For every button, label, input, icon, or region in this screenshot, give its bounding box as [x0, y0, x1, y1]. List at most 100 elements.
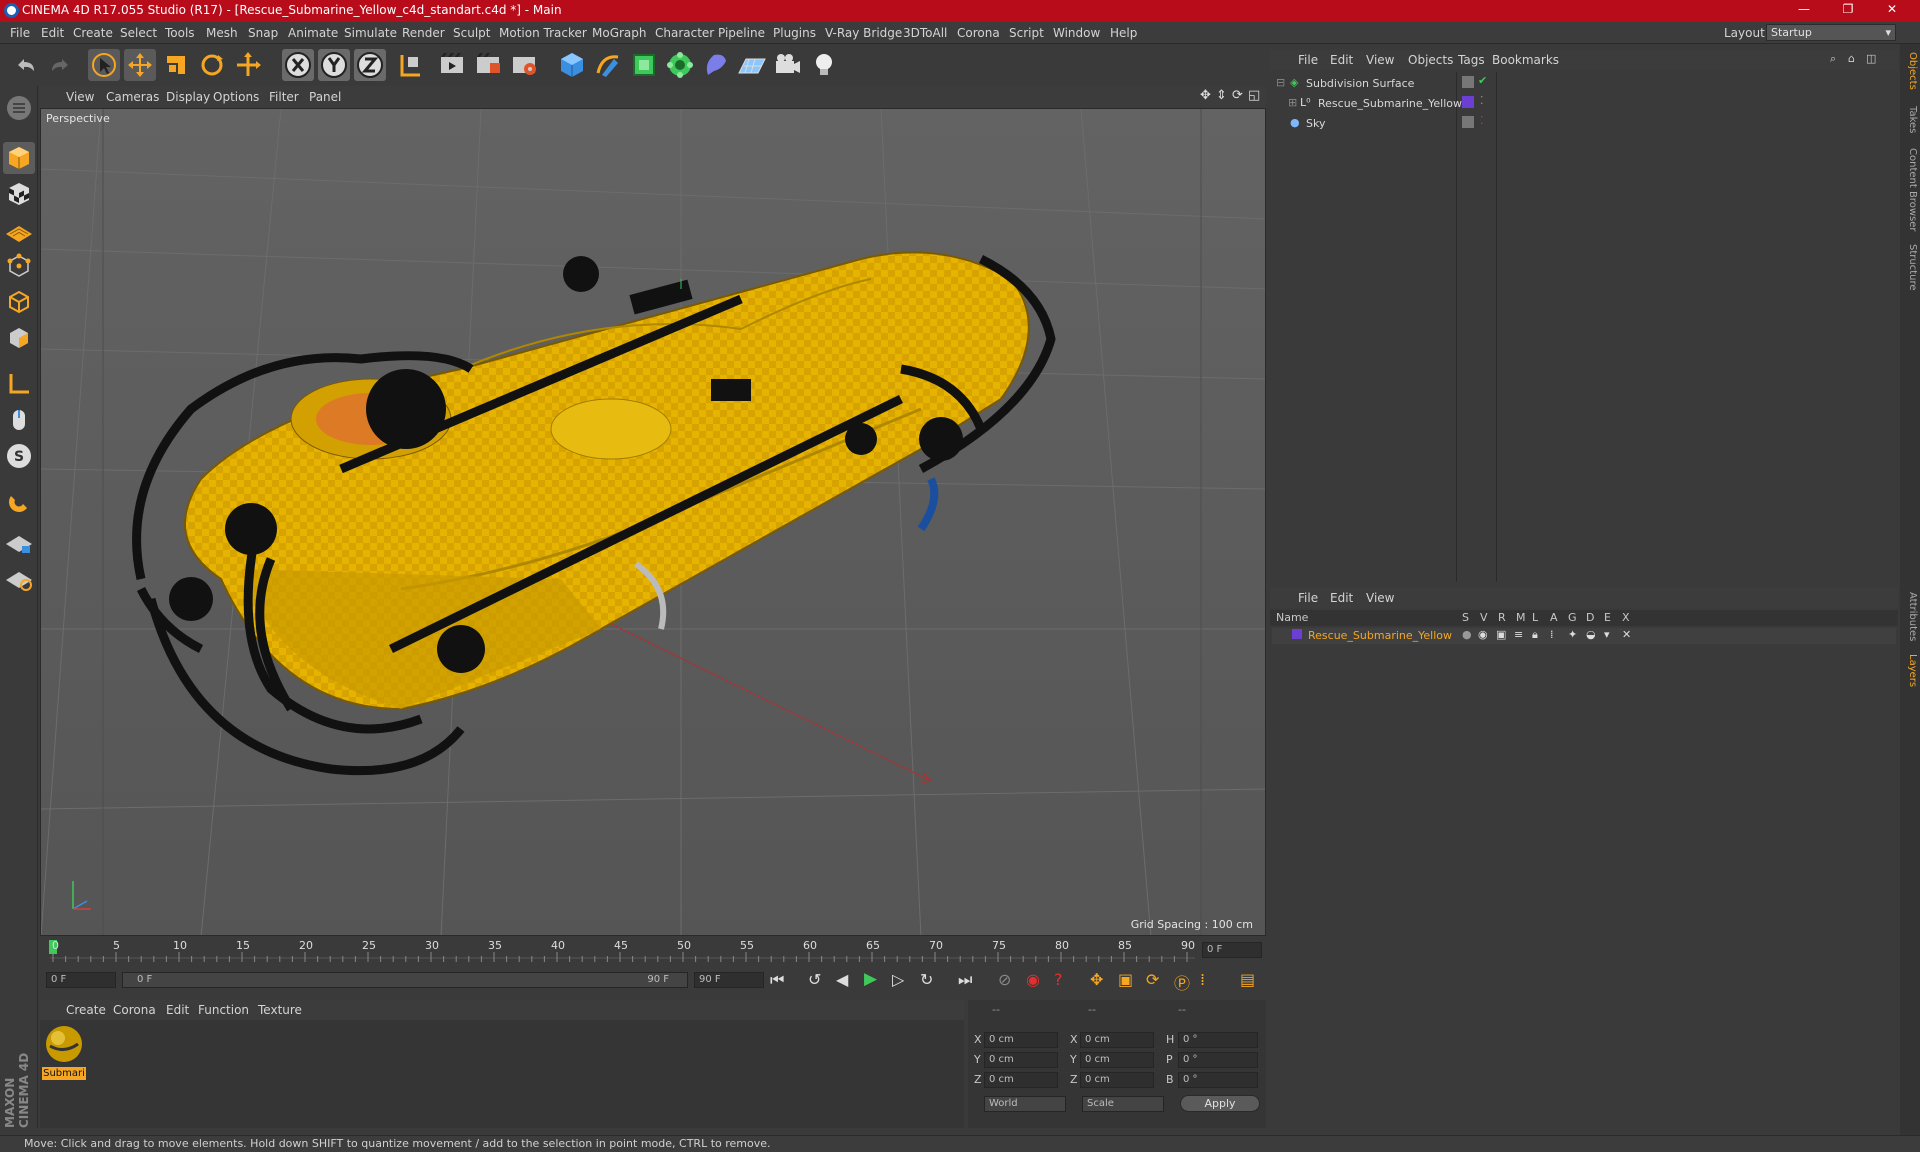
menu-snap[interactable]: Snap	[248, 26, 278, 40]
locked-workplane-icon[interactable]	[3, 526, 35, 558]
menu-pipeline[interactable]: Pipeline	[718, 26, 765, 40]
viewport-menu-options[interactable]: Options	[213, 90, 259, 104]
y-axis-lock-icon[interactable]	[318, 49, 350, 81]
undo-button[interactable]	[10, 49, 42, 81]
rotate-tool-icon[interactable]	[196, 49, 228, 81]
material-menu-corona[interactable]: Corona	[113, 1003, 156, 1017]
coordinate-space-dropdown[interactable]: World	[984, 1096, 1066, 1112]
tab-layers[interactable]: Layers	[1902, 654, 1918, 687]
go-to-previous-keyframe-icon[interactable]: ↺	[808, 970, 821, 989]
coordinate-system-icon[interactable]	[394, 49, 426, 81]
material-menu-create[interactable]: Create	[66, 1003, 106, 1017]
tab-takes[interactable]: Takes	[1902, 106, 1918, 133]
menu-3dtoall[interactable]: 3DToAll	[903, 26, 947, 40]
material-menu-texture[interactable]: Texture	[258, 1003, 302, 1017]
key-parameter-icon[interactable]: Ⓟ	[1174, 970, 1190, 994]
menu-sculpt[interactable]: Sculpt	[453, 26, 490, 40]
previous-frame-icon[interactable]: ◀	[836, 970, 848, 989]
menu-character[interactable]: Character	[655, 26, 714, 40]
size-y-field[interactable]: 0 cm	[1080, 1052, 1154, 1068]
model-mode-icon[interactable]	[3, 142, 35, 174]
deformer-icon[interactable]	[700, 49, 732, 81]
object-menu-view[interactable]: View	[1366, 53, 1394, 67]
editor-visibility-icon[interactable]	[1462, 76, 1474, 88]
object-menu-objects[interactable]: Objects	[1408, 53, 1453, 67]
tree-collapse-icon[interactable]: ⊟	[1276, 76, 1285, 89]
menu-tools[interactable]: Tools	[165, 26, 195, 40]
rotation-p-field[interactable]: 0 °	[1178, 1052, 1258, 1068]
visibility-dots-icon[interactable]: ⁚	[1480, 94, 1484, 107]
workplane-rotate-icon[interactable]	[3, 562, 35, 594]
menu-corona[interactable]: Corona	[957, 26, 1000, 40]
light-icon[interactable]	[808, 49, 840, 81]
render-picture-viewer-icon[interactable]	[472, 49, 504, 81]
current-frame-field[interactable]: 0 F	[1202, 942, 1262, 958]
tab-content-browser[interactable]: Content Browser	[1902, 148, 1918, 231]
next-frame-icon[interactable]: ▷	[892, 970, 904, 989]
home-icon[interactable]: ⌂	[1848, 52, 1855, 65]
object-row-sky[interactable]: ● Sky ⁚	[1272, 114, 1896, 134]
search-icon[interactable]: ⌕	[1830, 52, 1836, 66]
close-button[interactable]: ✕	[1872, 2, 1912, 20]
xref-toggle-icon[interactable]: ✕	[1622, 628, 1631, 641]
pen-spline-icon[interactable]	[592, 49, 624, 81]
edges-mode-icon[interactable]	[3, 286, 35, 318]
timeline-ruler[interactable]: 0 5 10 15 20 25 30 35 40 45 50 55 60 65 …	[40, 938, 1266, 968]
layer-menu-file[interactable]: File	[1298, 591, 1318, 605]
menu-vray-bridge[interactable]: V-Ray Bridge	[825, 26, 902, 40]
position-x-field[interactable]: 0 cm	[984, 1032, 1058, 1048]
tree-expand-icon[interactable]: ⊞	[1288, 96, 1297, 109]
viewport-menu-filter[interactable]: Filter	[269, 90, 299, 104]
object-row-submarine[interactable]: ⊞ L⁰ Rescue_Submarine_Yellow ⁚	[1272, 94, 1896, 114]
menu-edit[interactable]: Edit	[41, 26, 64, 40]
keyframe-selection-icon[interactable]: ?	[1054, 970, 1063, 989]
material-menu-function[interactable]: Function	[198, 1003, 249, 1017]
solo-toggle-icon[interactable]: ●	[1462, 628, 1472, 641]
material-swatch[interactable]: Submari	[42, 1024, 86, 1080]
object-row-subdivision[interactable]: ⊟ ◈ Subdivision Surface ✔	[1272, 74, 1896, 94]
x-axis-lock-icon[interactable]	[282, 49, 314, 81]
viewport-menu-view[interactable]: View	[66, 90, 94, 104]
subdivision-surface-icon[interactable]	[628, 49, 660, 81]
deformer-toggle-icon[interactable]: ◒	[1586, 628, 1596, 641]
autokey-icon[interactable]: ◉	[1026, 970, 1040, 989]
manager-toggle-icon[interactable]: ≡	[1514, 628, 1523, 641]
cube-primitive-icon[interactable]	[556, 49, 588, 81]
menu-select[interactable]: Select	[120, 26, 157, 40]
mograph-cloner-icon[interactable]	[664, 49, 696, 81]
viewport-menu-cameras[interactable]: Cameras	[106, 90, 159, 104]
size-x-field[interactable]: 0 cm	[1080, 1032, 1154, 1048]
viewport-zoom-icon[interactable]: ⇕	[1216, 88, 1227, 103]
end-frame-field[interactable]: 90 F	[694, 972, 764, 988]
key-point-level-icon[interactable]: ⁞	[1200, 970, 1205, 989]
render-settings-icon[interactable]	[508, 49, 540, 81]
start-frame-field[interactable]: 0 F	[46, 972, 116, 988]
key-rotation-icon[interactable]: ⟳	[1146, 970, 1159, 989]
frame-range-slider[interactable]: 0 F 90 F	[122, 972, 688, 988]
layer-menu-view[interactable]: View	[1366, 591, 1394, 605]
viewport-menu-display[interactable]: Display	[166, 90, 210, 104]
tab-structure[interactable]: Structure	[1902, 244, 1918, 291]
menu-script[interactable]: Script	[1009, 26, 1044, 40]
timeline-window-icon[interactable]: ▤	[1240, 970, 1255, 989]
layer-color-swatch[interactable]	[1292, 629, 1302, 639]
menu-simulate[interactable]: Simulate	[344, 26, 397, 40]
render-view-icon[interactable]	[436, 49, 468, 81]
tab-attributes[interactable]: Attributes	[1902, 592, 1918, 641]
enabled-check-icon[interactable]: ✔	[1478, 74, 1487, 87]
size-z-field[interactable]: 0 cm	[1080, 1072, 1154, 1088]
new-view-icon[interactable]: ◫	[1866, 52, 1876, 65]
minimize-button[interactable]: —	[1784, 2, 1824, 20]
perspective-viewport[interactable]: Perspective Grid Spacing : 100 cm	[40, 108, 1266, 936]
menu-help[interactable]: Help	[1110, 26, 1137, 40]
rotation-h-field[interactable]: 0 °	[1178, 1032, 1258, 1048]
redo-button[interactable]	[44, 49, 76, 81]
view-toggle-icon[interactable]: ◉	[1478, 628, 1488, 641]
z-axis-lock-icon[interactable]	[354, 49, 386, 81]
animation-toggle-icon[interactable]: ⁞	[1550, 628, 1554, 641]
position-z-field[interactable]: 0 cm	[984, 1072, 1058, 1088]
make-editable-icon[interactable]	[3, 92, 35, 124]
object-menu-tags[interactable]: Tags	[1458, 53, 1485, 67]
scale-tool-icon[interactable]	[160, 49, 192, 81]
key-position-icon[interactable]: ✥	[1090, 970, 1103, 989]
